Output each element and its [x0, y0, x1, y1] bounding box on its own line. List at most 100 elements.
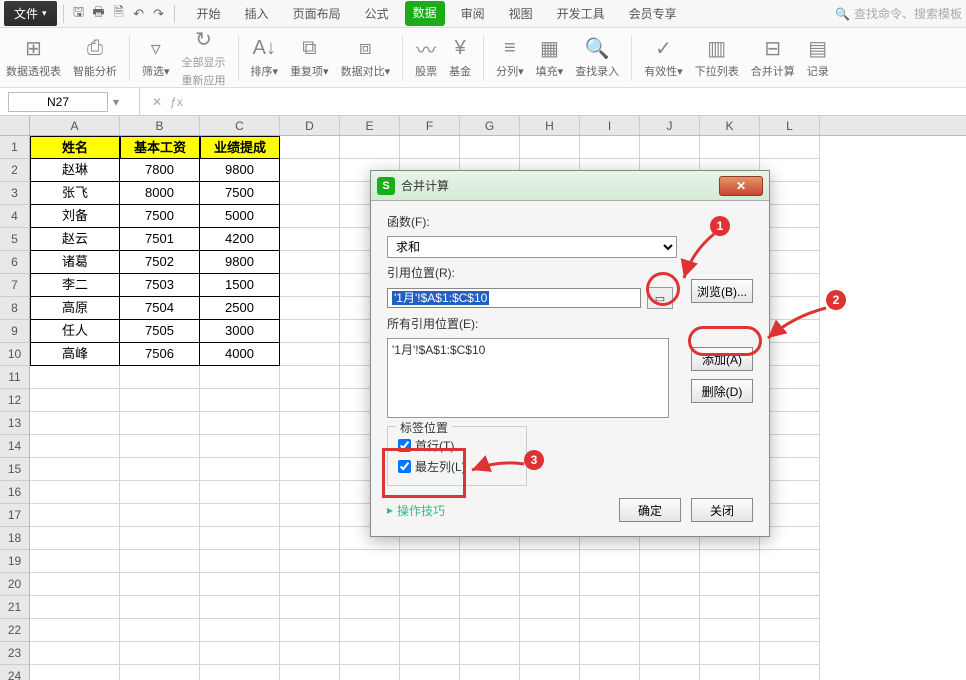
ribbon-数据对比▾[interactable]: ⧈数据对比▾ — [341, 37, 391, 79]
cell-C1[interactable]: 业绩提成 — [200, 136, 280, 159]
cell-I21[interactable] — [580, 596, 640, 619]
cell-B18[interactable] — [120, 527, 200, 550]
cell-K24[interactable] — [700, 665, 760, 680]
cell-I24[interactable] — [580, 665, 640, 680]
fx-icon[interactable]: ƒx — [170, 95, 183, 109]
cell-E21[interactable] — [340, 596, 400, 619]
cell-B9[interactable]: 7505 — [120, 320, 200, 343]
cell-F24[interactable] — [400, 665, 460, 680]
cell-F22[interactable] — [400, 619, 460, 642]
cell-G22[interactable] — [460, 619, 520, 642]
cell-J1[interactable] — [640, 136, 700, 159]
cell-F21[interactable] — [400, 596, 460, 619]
cell-B4[interactable]: 7500 — [120, 205, 200, 228]
add-button[interactable]: 添加(A) — [691, 347, 753, 371]
cell-A7[interactable]: 李二 — [30, 274, 120, 297]
cell-A19[interactable] — [30, 550, 120, 573]
row-header-7[interactable]: 7 — [0, 274, 29, 297]
row-header-2[interactable]: 2 — [0, 159, 29, 182]
cell-F1[interactable] — [400, 136, 460, 159]
ribbon-合并计算[interactable]: ⊟合并计算 — [751, 37, 795, 79]
cell-D1[interactable] — [280, 136, 340, 159]
tab-数据[interactable]: 数据 — [405, 1, 445, 26]
cell-C4[interactable]: 5000 — [200, 205, 280, 228]
ribbon-有效性▾[interactable]: ✓有效性▾ — [644, 37, 683, 79]
col-header-H[interactable]: H — [520, 116, 580, 135]
cell-A1[interactable]: 姓名 — [30, 136, 120, 159]
cell-G1[interactable] — [460, 136, 520, 159]
ribbon-下拉列表[interactable]: ▥下拉列表 — [695, 37, 739, 79]
row-header-3[interactable]: 3 — [0, 182, 29, 205]
cell-D9[interactable] — [280, 320, 340, 343]
cell-H24[interactable] — [520, 665, 580, 680]
cell-D15[interactable] — [280, 458, 340, 481]
cell-L21[interactable] — [760, 596, 820, 619]
cell-K19[interactable] — [700, 550, 760, 573]
cell-A17[interactable] — [30, 504, 120, 527]
cell-B3[interactable]: 8000 — [120, 182, 200, 205]
cell-B14[interactable] — [120, 435, 200, 458]
ribbon-查找录入[interactable]: 🔍查找录入 — [575, 37, 619, 79]
cell-A15[interactable] — [30, 458, 120, 481]
cell-A8[interactable]: 高原 — [30, 297, 120, 320]
col-header-D[interactable]: D — [280, 116, 340, 135]
qat-preview-icon[interactable]: 🗎 — [110, 5, 128, 23]
cell-C8[interactable]: 2500 — [200, 297, 280, 320]
cell-D6[interactable] — [280, 251, 340, 274]
cell-B23[interactable] — [120, 642, 200, 665]
cell-K23[interactable] — [700, 642, 760, 665]
cell-G24[interactable] — [460, 665, 520, 680]
cell-E20[interactable] — [340, 573, 400, 596]
col-header-K[interactable]: K — [700, 116, 760, 135]
col-header-G[interactable]: G — [460, 116, 520, 135]
cell-C3[interactable]: 7500 — [200, 182, 280, 205]
cell-D24[interactable] — [280, 665, 340, 680]
cell-D22[interactable] — [280, 619, 340, 642]
cell-C5[interactable]: 4200 — [200, 228, 280, 251]
cell-C10[interactable]: 4000 — [200, 343, 280, 366]
cell-K22[interactable] — [700, 619, 760, 642]
cell-H23[interactable] — [520, 642, 580, 665]
ok-button[interactable]: 确定 — [619, 498, 681, 522]
tab-开始[interactable]: 开始 — [189, 1, 229, 26]
cell-D2[interactable] — [280, 159, 340, 182]
col-header-L[interactable]: L — [760, 116, 820, 135]
row-header-10[interactable]: 10 — [0, 343, 29, 366]
cell-A3[interactable]: 张飞 — [30, 182, 120, 205]
col-header-C[interactable]: C — [200, 116, 280, 135]
delete-button[interactable]: 删除(D) — [691, 379, 753, 403]
cell-A9[interactable]: 任人 — [30, 320, 120, 343]
cell-A10[interactable]: 高峰 — [30, 343, 120, 366]
dialog-close-button[interactable]: ✕ — [719, 176, 763, 196]
cell-A4[interactable]: 刘备 — [30, 205, 120, 228]
row-header-12[interactable]: 12 — [0, 389, 29, 412]
qat-redo-icon[interactable]: ↷ — [150, 5, 168, 23]
ribbon-筛选▾[interactable]: ▿筛选▾ — [142, 37, 170, 79]
cell-D16[interactable] — [280, 481, 340, 504]
row-header-4[interactable]: 4 — [0, 205, 29, 228]
cell-C20[interactable] — [200, 573, 280, 596]
cell-B21[interactable] — [120, 596, 200, 619]
cell-L20[interactable] — [760, 573, 820, 596]
cell-I20[interactable] — [580, 573, 640, 596]
cell-J23[interactable] — [640, 642, 700, 665]
tab-会员专享[interactable]: 会员专享 — [621, 1, 685, 26]
qat-save-icon[interactable]: 🖫 — [70, 5, 88, 23]
row-header-5[interactable]: 5 — [0, 228, 29, 251]
cell-E23[interactable] — [340, 642, 400, 665]
cell-D5[interactable] — [280, 228, 340, 251]
cell-K20[interactable] — [700, 573, 760, 596]
cell-B19[interactable] — [120, 550, 200, 573]
cell-A18[interactable] — [30, 527, 120, 550]
cell-H19[interactable] — [520, 550, 580, 573]
cell-C18[interactable] — [200, 527, 280, 550]
cell-B22[interactable] — [120, 619, 200, 642]
row-header-18[interactable]: 18 — [0, 527, 29, 550]
ribbon-基金[interactable]: ¥基金 — [449, 37, 471, 79]
reference-list[interactable]: '1月'!$A$1:$C$10 — [387, 338, 669, 418]
cell-J19[interactable] — [640, 550, 700, 573]
tab-公式[interactable]: 公式 — [357, 1, 397, 26]
cell-C9[interactable]: 3000 — [200, 320, 280, 343]
tab-视图[interactable]: 视图 — [501, 1, 541, 26]
cell-E22[interactable] — [340, 619, 400, 642]
